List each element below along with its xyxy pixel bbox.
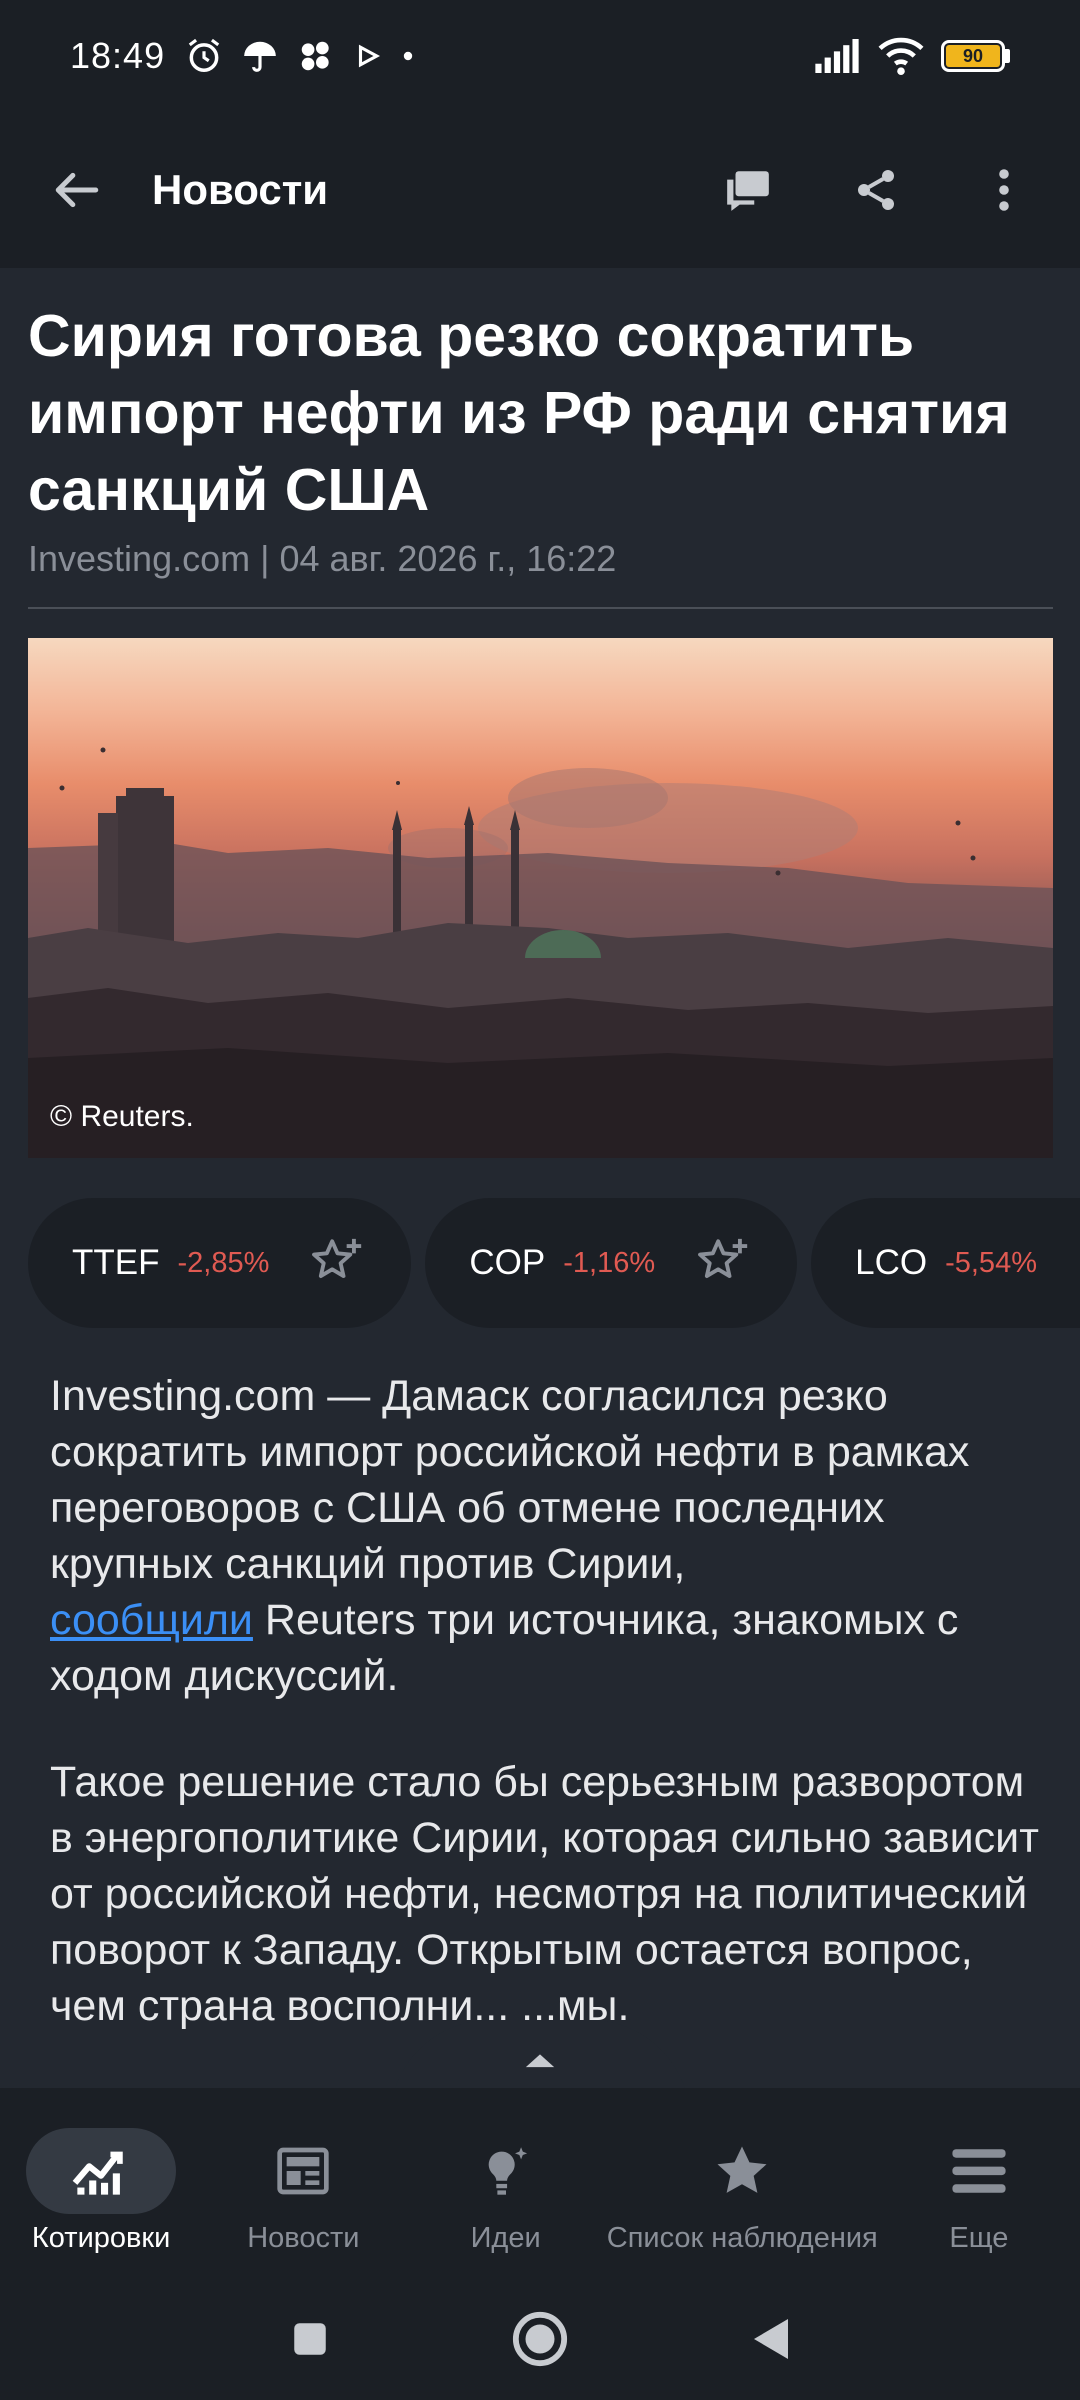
app-icon xyxy=(301,41,329,71)
share-button[interactable] xyxy=(826,140,926,240)
article-meta: Investing.com | 04 авг. 2026 г., 16:22 xyxy=(28,538,617,579)
app-title: Новости xyxy=(152,166,329,213)
article-image[interactable]: © Reuters. xyxy=(28,638,1053,1158)
nav-icon-wrap xyxy=(667,2128,817,2214)
back-button[interactable] xyxy=(42,155,112,225)
image-caption: © Reuters. xyxy=(50,1100,194,1133)
nav-icon-wrap xyxy=(431,2128,581,2214)
add-to-watchlist-button[interactable] xyxy=(1075,1233,1080,1293)
paragraph-text: Investing.com — Дамаск согласился резко … xyxy=(50,1372,970,1588)
nav-item-news[interactable]: Новости xyxy=(202,2088,404,2278)
recents-button[interactable] xyxy=(270,2299,350,2379)
battery-level: 90 xyxy=(946,45,1000,67)
umbrella-icon xyxy=(244,41,276,72)
nav-item-more[interactable]: Еще xyxy=(878,2088,1080,2278)
lightbulb-icon xyxy=(488,2147,527,2195)
ticker-change: -5,54% xyxy=(945,1246,1037,1279)
comments-icon xyxy=(727,171,769,211)
triangle-back-icon xyxy=(754,2319,788,2359)
star-add-icon xyxy=(1076,1234,1080,1292)
nav-label: Котировки xyxy=(31,2222,171,2254)
ticker-chip[interactable]: TTEF -2,85% xyxy=(28,1198,412,1328)
back-arrow-icon xyxy=(55,172,99,208)
star-add-icon xyxy=(698,1238,748,1278)
status-icons-left xyxy=(185,37,415,75)
source-link[interactable]: сообщили xyxy=(50,1596,253,1644)
menu-icon xyxy=(952,2149,1006,2193)
nav-icon-wrap xyxy=(904,2128,1054,2214)
nav-item-ideas[interactable]: Идеи xyxy=(405,2088,607,2278)
nav-item-quotes[interactable]: Котировки xyxy=(0,2088,202,2278)
recents-icon xyxy=(294,2323,326,2355)
nav-label: Идеи xyxy=(470,2222,541,2254)
ticker-list: TTEF -2,85% COP -1,16% LCO -5,54% xyxy=(28,1198,1080,1334)
home-icon xyxy=(512,2311,568,2367)
star-add-icon xyxy=(312,1238,362,1278)
more-icon xyxy=(999,169,1009,211)
nav-label: Новости xyxy=(247,2222,360,2254)
chevron-up-icon xyxy=(525,2054,555,2068)
ticker-chip[interactable]: COP -1,16% xyxy=(425,1198,798,1328)
app-actions xyxy=(670,140,1054,240)
home-button[interactable] xyxy=(500,2299,580,2379)
dot-icon xyxy=(403,51,413,61)
status-time: 18:49 xyxy=(70,35,166,76)
nav-label: Еще xyxy=(949,2222,1009,2254)
app-bar: Новости xyxy=(0,112,1080,268)
wifi-icon xyxy=(878,37,924,75)
comments-button[interactable] xyxy=(698,140,798,240)
ticker-change: -2,85% xyxy=(177,1246,270,1279)
article-paragraph: Такое решение стало бы серьезным разворо… xyxy=(50,1758,1039,2030)
newspaper-icon xyxy=(277,2147,330,2195)
divider xyxy=(28,607,1053,609)
nav-icon-wrap xyxy=(26,2128,177,2214)
play-icon xyxy=(359,44,381,68)
screen: 18:49 90 Новости Сирия готова резко сокр… xyxy=(0,0,1080,2400)
ticker-chip[interactable]: LCO -5,54% xyxy=(811,1198,1080,1328)
ticker-symbol: LCO xyxy=(855,1243,928,1282)
more-button[interactable] xyxy=(954,140,1054,240)
ticker-symbol: TTEF xyxy=(72,1243,160,1282)
status-icons-right: 90 xyxy=(813,37,1010,75)
ticker-change: -1,16% xyxy=(563,1246,656,1279)
add-to-watchlist-button[interactable] xyxy=(693,1233,753,1293)
battery-icon: 90 xyxy=(941,40,1010,72)
signal-icon xyxy=(815,39,859,73)
add-to-watchlist-button[interactable] xyxy=(307,1233,367,1293)
chart-icon xyxy=(72,2151,123,2195)
city-skyline-image xyxy=(28,747,1053,1158)
nav-icon-wrap xyxy=(228,2128,378,2214)
nav-label: Список наблюдения xyxy=(606,2222,878,2254)
nav-item-watchlist[interactable]: Список наблюдения xyxy=(607,2088,878,2278)
share-icon xyxy=(858,170,894,210)
article-paragraph: Investing.com — Дамаск согласился резко … xyxy=(50,1368,1050,1704)
article[interactable]: Сирия готова резко сократить импорт нефт… xyxy=(0,268,1080,2088)
status-bar: 18:49 90 xyxy=(0,0,1080,112)
article-headline: Сирия готова резко сократить импорт нефт… xyxy=(28,303,1010,523)
star-icon xyxy=(717,2146,767,2193)
system-back-button[interactable] xyxy=(730,2299,810,2379)
alarm-icon xyxy=(188,38,220,72)
bottom-navigation: Котировки Новости Идеи Список наблюдения… xyxy=(0,2088,1080,2278)
system-navigation xyxy=(0,2278,1080,2400)
ticker-symbol: COP xyxy=(469,1243,546,1282)
